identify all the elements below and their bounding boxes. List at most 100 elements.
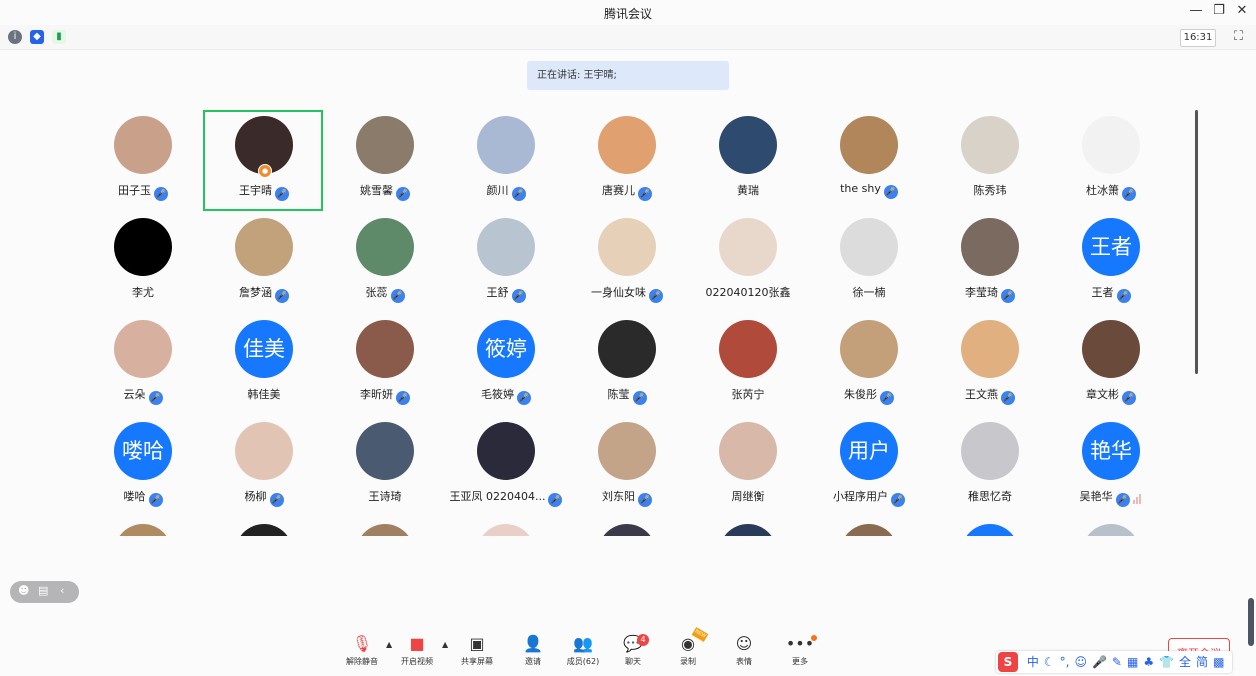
participant-tile[interactable]: 朱俊彤 🎤 xyxy=(809,314,929,416)
participant-tile[interactable]: 王文燕 🎤 xyxy=(930,314,1050,416)
sogou-logo-icon[interactable]: S xyxy=(998,652,1018,672)
side-panel-handle[interactable] xyxy=(1248,598,1254,646)
participant-tile[interactable]: 章文彬 🎤 xyxy=(1051,314,1171,416)
participant-tile[interactable]: 唐赛儿 🎤 xyxy=(567,110,687,212)
ime-item-icon[interactable]: ♣ xyxy=(1143,651,1154,673)
participant-name-row: 李昕妍 🎤 xyxy=(325,386,445,405)
participant-name: 杨柳 xyxy=(244,490,267,503)
ime-item-icon[interactable]: 中 xyxy=(1027,651,1039,673)
ime-item-icon[interactable]: ▦ xyxy=(1127,651,1138,673)
participant-tile[interactable]: 杨柳 🎤 xyxy=(204,416,324,518)
participant-tile[interactable]: 杜冰箫 🎤 xyxy=(1051,110,1171,212)
participant-tile[interactable]: 王亚凤 0220404... 🎤 xyxy=(446,416,566,518)
participant-tile[interactable] xyxy=(204,518,324,536)
participant-tile[interactable]: 姚雪馨 🎤 xyxy=(325,110,445,212)
ime-item-icon[interactable]: 🎤 xyxy=(1092,651,1107,673)
ime-item-icon[interactable]: °, xyxy=(1060,651,1070,673)
participant-name: 李莹琦 xyxy=(965,286,998,299)
ime-item-icon[interactable]: ☾ xyxy=(1044,651,1055,673)
participant-tile[interactable]: 李昕妍 🎤 xyxy=(325,314,445,416)
mic-icon: 🎤 xyxy=(1116,289,1131,303)
participant-tile[interactable]: 艳华 吴艳华 🎤 xyxy=(1051,416,1171,518)
participant-tile[interactable] xyxy=(930,518,1050,536)
participant-tile[interactable]: 李莹琦 🎤 xyxy=(930,212,1050,314)
participant-name-row: 喽哈 🎤 xyxy=(83,488,203,507)
participant-tile[interactable]: 陈莹 🎤 xyxy=(567,314,687,416)
participant-tile[interactable] xyxy=(567,518,687,536)
ime-item-icon[interactable]: 全 xyxy=(1179,651,1191,673)
grid-scrollbar[interactable] xyxy=(1195,110,1198,374)
ime-item-icon[interactable]: 简 xyxy=(1196,651,1208,673)
start-video-button[interactable]: ■ 开启视频 xyxy=(392,630,442,674)
participant-name: 陈莹 xyxy=(607,388,630,401)
ime-item-icon[interactable]: ☺ xyxy=(1074,651,1087,673)
more-button[interactable]: ••• 更多 xyxy=(775,630,825,674)
avatar xyxy=(1082,320,1140,378)
participant-tile[interactable] xyxy=(688,518,808,536)
participant-name: 王诗琦 xyxy=(368,490,402,503)
video-options-caret[interactable]: ▲ xyxy=(442,640,448,649)
invite-button[interactable]: 👤 邀请 xyxy=(508,630,558,674)
participant-tile[interactable]: 022040120张鑫 xyxy=(688,212,808,314)
participant-tile[interactable]: 张芮宁 xyxy=(688,314,808,416)
mic-icon: 🎤 xyxy=(511,187,526,201)
participant-name-row: 黄瑞 xyxy=(688,182,808,198)
caption-icon[interactable]: ▤ xyxy=(38,584,48,597)
participant-tile[interactable]: the shy 🎤 xyxy=(809,110,929,212)
participant-tile[interactable]: 周继衡 xyxy=(688,416,808,518)
avatar xyxy=(477,422,535,480)
ime-item-icon[interactable]: 👕 xyxy=(1159,651,1174,673)
participant-tile[interactable]: 用户 小程序用户 🎤 xyxy=(809,416,929,518)
participant-tile[interactable]: 云朵 🎤 xyxy=(83,314,203,416)
emoji-button[interactable]: ☺ 表情 xyxy=(719,630,769,674)
participant-name: 张蕊 xyxy=(365,286,388,299)
participant-tile[interactable]: 张蕊 🎤 xyxy=(325,212,445,314)
participant-tile[interactable]: 颜川 🎤 xyxy=(446,110,566,212)
participant-tile[interactable]: 黄瑞 xyxy=(688,110,808,212)
participant-tile[interactable]: 刘东阳 🎤 xyxy=(567,416,687,518)
participant-tile[interactable]: 田子玉 🎤 xyxy=(83,110,203,212)
avatar xyxy=(114,218,172,276)
participant-tile[interactable]: 徐一楠 xyxy=(809,212,929,314)
participant-tile[interactable]: 佳美 韩佳美 xyxy=(204,314,324,416)
members-button[interactable]: 👥 成员(62) xyxy=(558,630,608,674)
ime-item-icon[interactable]: ✎ xyxy=(1112,651,1122,673)
collapse-icon[interactable]: ‹ xyxy=(60,584,64,597)
participant-tile[interactable]: 筱婷 毛筱婷 🎤 xyxy=(446,314,566,416)
avatar xyxy=(1082,116,1140,174)
participant-tile[interactable]: 李尤 xyxy=(83,212,203,314)
ime-toolbar[interactable]: S 中 ☾ °, ☺ 🎤 ✎ ▦ ♣ 👕 全简 ▩ xyxy=(996,651,1232,673)
participant-name-row: 稚思忆奇 xyxy=(930,488,1050,504)
participant-name: 徐一楠 xyxy=(852,286,886,299)
emoji-face-icon[interactable]: ☻ xyxy=(18,584,29,597)
participant-tile[interactable]: 詹梦涵 🎤 xyxy=(204,212,324,314)
floating-control[interactable]: ☻ ▤ ‹ xyxy=(10,581,79,603)
participant-tile[interactable]: 王者 王者 🎤 xyxy=(1051,212,1171,314)
chat-icon: 💬 xyxy=(623,634,643,653)
participant-tile[interactable] xyxy=(809,518,929,536)
participant-name-row: 周继衡 xyxy=(688,488,808,504)
participant-tile[interactable]: 稚思忆奇 xyxy=(930,416,1050,518)
participant-name: 詹梦涵 xyxy=(239,286,272,299)
unmute-button[interactable]: 🎙 解除静音 xyxy=(337,630,387,674)
participant-name-row: 022040120张鑫 xyxy=(688,284,808,300)
participant-tile[interactable]: 王舒 🎤 xyxy=(446,212,566,314)
participant-name-row: 一身仙女味 🎤 xyxy=(567,284,687,303)
participant-tile[interactable]: 一身仙女味 🎤 xyxy=(567,212,687,314)
avatar: 用户 xyxy=(840,422,898,480)
record-button[interactable]: ◉ 录制 NEW xyxy=(663,627,713,674)
participant-tile[interactable] xyxy=(1051,518,1171,536)
participant-tile[interactable]: 喽哈 喽哈 🎤 xyxy=(83,416,203,518)
chat-button[interactable]: 💬 聊天 4 xyxy=(608,630,658,674)
share-screen-button[interactable]: ▣ 共享屏幕 xyxy=(452,630,502,674)
ime-item-icon[interactable]: ▩ xyxy=(1213,651,1224,673)
avatar xyxy=(719,422,777,480)
participant-tile[interactable]: 王诗琦 xyxy=(325,416,445,518)
participant-name-row: 李尤 xyxy=(83,284,203,300)
participant-name: 田子玉 xyxy=(118,184,151,197)
participant-tile[interactable] xyxy=(325,518,445,536)
participant-tile[interactable] xyxy=(446,518,566,536)
participant-tile[interactable]: 陈秀玮 xyxy=(930,110,1050,212)
participant-tile[interactable] xyxy=(83,518,203,536)
participant-name: 张芮宁 xyxy=(731,388,765,401)
